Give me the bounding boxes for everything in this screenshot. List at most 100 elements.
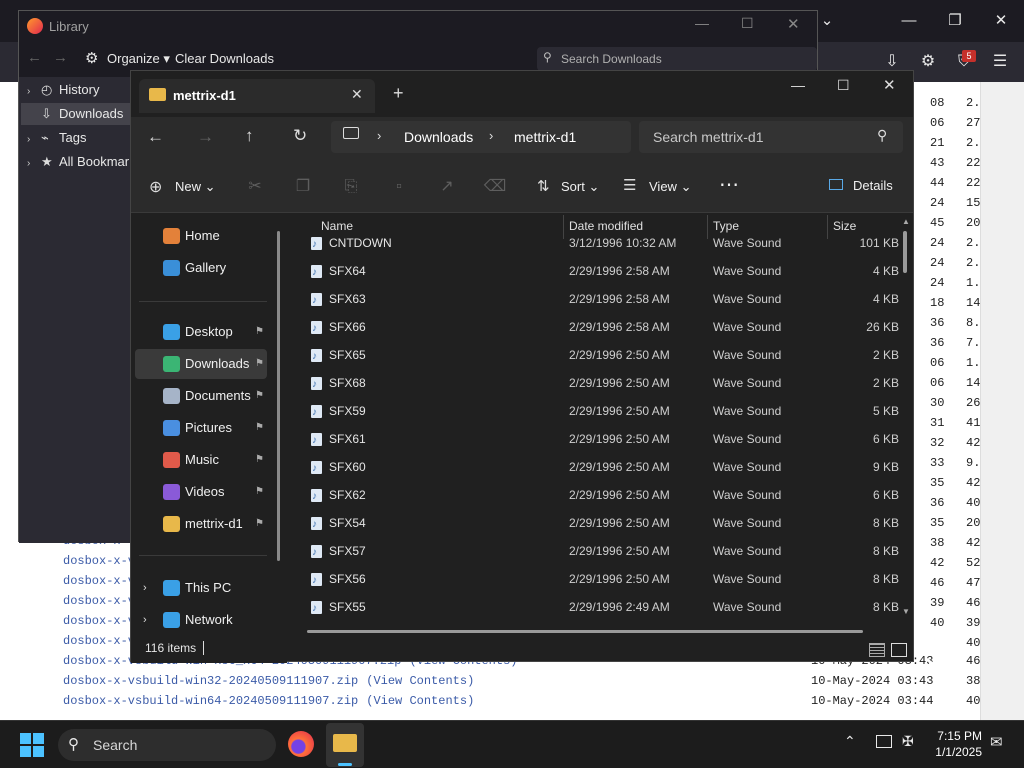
nav-item-mettrix-d1[interactable]: mettrix-d1 ⚑ bbox=[135, 509, 267, 539]
new-button[interactable]: New ⌄ bbox=[175, 179, 216, 195]
view-contents-link[interactable]: (View Contents) bbox=[366, 674, 474, 688]
file-row[interactable]: SFX54 2/29/1996 2:50 AM Wave Sound 8 KB bbox=[291, 509, 899, 539]
library-tree-item[interactable]: ⇩ Downloads bbox=[21, 103, 131, 125]
details-button[interactable]: Details bbox=[853, 178, 893, 193]
file-row[interactable]: SFX63 2/29/1996 2:58 AM Wave Sound 4 KB bbox=[291, 285, 899, 315]
tiles-view-icon[interactable] bbox=[891, 643, 907, 657]
up-arrow-icon[interactable]: ↑ bbox=[245, 126, 254, 146]
explorer-minimize-button[interactable]: — bbox=[791, 77, 805, 93]
library-maximize-button[interactable]: ☐ bbox=[741, 15, 754, 32]
new-tab-plus-icon[interactable]: + bbox=[393, 83, 404, 104]
explorer-close-button[interactable]: ✕ bbox=[883, 76, 896, 94]
file-link-name[interactable]: dosbox-x-v bbox=[63, 594, 135, 608]
details-view-icon[interactable] bbox=[869, 643, 885, 657]
file-link-name[interactable]: dosbox-x-v bbox=[63, 554, 135, 568]
back-arrow-icon[interactable]: ← bbox=[147, 127, 164, 147]
start-windows-icon[interactable] bbox=[20, 733, 44, 757]
browser-minimize-button[interactable]: — bbox=[894, 10, 924, 32]
file-link-name[interactable]: dosbox-x-v bbox=[63, 574, 135, 588]
browser-restore-button[interactable]: ❐ bbox=[940, 10, 970, 32]
share-icon[interactable]: ↗ bbox=[435, 175, 459, 199]
breadcrumb-mettrix-d1[interactable]: mettrix-d1 bbox=[514, 129, 576, 145]
scroll-up-arrow-icon[interactable]: ▲ bbox=[902, 217, 910, 226]
page-file-link[interactable]: dosbox-x-vsbuild-win64-20240509111907.zi… bbox=[63, 694, 933, 708]
display-icon[interactable] bbox=[876, 735, 892, 748]
file-row[interactable]: CNTDOWN 3/12/1996 10:32 AM Wave Sound 101 K… bbox=[291, 229, 899, 259]
taskbar-search-box[interactable]: ⚲ Search bbox=[58, 729, 276, 761]
library-search-field[interactable]: ⚲ Search Downloads bbox=[537, 47, 817, 71]
file-row[interactable]: SFX66 2/29/1996 2:58 AM Wave Sound 26 KB bbox=[291, 313, 899, 343]
nav-item-this-pc[interactable]: › This PC bbox=[135, 573, 267, 603]
file-row[interactable]: SFX68 2/29/1996 2:50 AM Wave Sound 2 KB bbox=[291, 369, 899, 399]
breadcrumb[interactable]: › Downloads › mettrix-d1 bbox=[331, 121, 631, 153]
nav-item-desktop[interactable]: Desktop ⚑ bbox=[135, 317, 267, 347]
nav-item-pictures[interactable]: Pictures ⚑ bbox=[135, 413, 267, 443]
refresh-icon[interactable]: ↻ bbox=[293, 126, 307, 146]
clock-date[interactable]: 1/1/2025 bbox=[932, 745, 982, 759]
back-arrow-icon[interactable]: ← bbox=[27, 49, 42, 66]
delete-trash-icon[interactable]: ⌫ bbox=[483, 175, 507, 199]
explorer-search-field[interactable]: Search mettrix-d1 ⚲ bbox=[639, 121, 903, 153]
library-minimize-button[interactable]: — bbox=[695, 15, 709, 31]
expand-chevron-icon[interactable]: › bbox=[27, 153, 41, 175]
forward-arrow-icon[interactable]: → bbox=[53, 49, 68, 66]
nav-item-downloads[interactable]: Downloads ⚑ bbox=[135, 349, 267, 379]
view-contents-link[interactable]: (View Contents) bbox=[366, 694, 474, 708]
file-row[interactable]: SFX64 2/29/1996 2:58 AM Wave Sound 4 KB bbox=[291, 257, 899, 287]
file-link-name[interactable]: dosbox-x-vsbuild-win32-20240509111907.zi… bbox=[63, 674, 358, 688]
file-row[interactable]: SFX61 2/29/1996 2:50 AM Wave Sound 6 KB bbox=[291, 425, 899, 455]
extensions-puzzle-icon[interactable]: ⚙ bbox=[916, 50, 940, 74]
expand-chevron-icon[interactable]: › bbox=[143, 605, 147, 635]
hamburger-menu-icon[interactable]: ☰ bbox=[988, 50, 1012, 74]
expand-chevron-icon[interactable]: › bbox=[143, 573, 147, 603]
notification-bell-icon[interactable]: ✉ bbox=[990, 733, 1003, 751]
file-row[interactable]: SFX62 2/29/1996 2:50 AM Wave Sound 6 KB bbox=[291, 481, 899, 511]
vertical-scrollbar[interactable] bbox=[903, 231, 907, 273]
organize-button[interactable]: Organize ▾ bbox=[107, 51, 170, 67]
close-tab-icon[interactable]: ✕ bbox=[351, 86, 363, 103]
file-explorer-taskbar-button[interactable] bbox=[326, 723, 364, 767]
file-row[interactable]: SFX55 2/29/1996 2:49 AM Wave Sound 8 KB bbox=[291, 593, 899, 623]
library-tree-item[interactable]: › ◴ History bbox=[27, 79, 99, 101]
file-link-name[interactable]: dosbox-x-v bbox=[63, 614, 135, 628]
network-volume-icon[interactable]: ✠ bbox=[902, 733, 914, 750]
navigation-pane-scrollbar[interactable] bbox=[277, 231, 280, 561]
nav-item-music[interactable]: Music ⚑ bbox=[135, 445, 267, 475]
library-close-button[interactable]: ✕ bbox=[787, 15, 800, 33]
file-row[interactable]: SFX59 2/29/1996 2:50 AM Wave Sound 5 KB bbox=[291, 397, 899, 427]
nav-item-documents[interactable]: Documents ⚑ bbox=[135, 381, 267, 411]
file-link-name[interactable]: dosbox-x-vsbuild-win64-20240509111907.zi… bbox=[63, 694, 358, 708]
explorer-tab[interactable]: mettrix-d1 ✕ bbox=[139, 79, 375, 113]
firefox-taskbar-icon[interactable] bbox=[288, 731, 314, 757]
library-tree-item[interactable]: › ⌁ Tags bbox=[27, 127, 86, 149]
scroll-down-arrow-icon[interactable]: ▼ bbox=[902, 607, 910, 616]
forward-arrow-icon[interactable]: → bbox=[197, 127, 214, 147]
library-tree-item[interactable]: › ★ All Bookmarks bbox=[27, 151, 142, 173]
nav-item-home[interactable]: Home bbox=[135, 221, 267, 251]
clock-time[interactable]: 7:15 PM bbox=[932, 729, 982, 743]
explorer-maximize-button[interactable]: ☐ bbox=[837, 77, 850, 94]
expand-chevron-icon[interactable]: › bbox=[27, 81, 41, 103]
breadcrumb-downloads[interactable]: Downloads bbox=[404, 129, 473, 145]
page-file-link[interactable]: dosbox-x-vsbuild-win32-20240509111907.zi… bbox=[63, 674, 933, 688]
expand-chevron-icon[interactable]: › bbox=[27, 129, 41, 151]
file-row[interactable]: SFX65 2/29/1996 2:50 AM Wave Sound 2 KB bbox=[291, 341, 899, 371]
show-hidden-icons-chevron-icon[interactable]: ⌃ bbox=[844, 733, 856, 750]
paste-clipboard-icon[interactable]: ⎘ bbox=[339, 175, 363, 199]
cut-scissors-icon[interactable]: ✂ bbox=[243, 175, 267, 199]
nav-item-gallery[interactable]: Gallery bbox=[135, 253, 267, 283]
file-row[interactable]: SFX56 2/29/1996 2:50 AM Wave Sound 8 KB bbox=[291, 565, 899, 595]
file-row[interactable]: SFX57 2/29/1996 2:50 AM Wave Sound 8 KB bbox=[291, 537, 899, 567]
sort-button[interactable]: Sort ⌄ bbox=[561, 179, 599, 195]
rename-icon[interactable]: ▫ bbox=[387, 175, 411, 199]
file-link-name[interactable]: dosbox-x-v bbox=[63, 634, 135, 648]
more-options-ellipsis-icon[interactable]: ⋯ bbox=[719, 172, 740, 197]
page-scrollbar[interactable] bbox=[980, 82, 1024, 720]
view-button[interactable]: View ⌄ bbox=[649, 179, 691, 195]
nav-item-network[interactable]: › Network bbox=[135, 605, 267, 635]
browser-close-button[interactable]: ✕ bbox=[986, 10, 1016, 32]
copy-icon[interactable]: ❐ bbox=[291, 175, 315, 199]
nav-item-videos[interactable]: Videos ⚑ bbox=[135, 477, 267, 507]
clear-downloads-button[interactable]: Clear Downloads bbox=[175, 51, 274, 66]
file-row[interactable]: SFX60 2/29/1996 2:50 AM Wave Sound 9 KB bbox=[291, 453, 899, 483]
